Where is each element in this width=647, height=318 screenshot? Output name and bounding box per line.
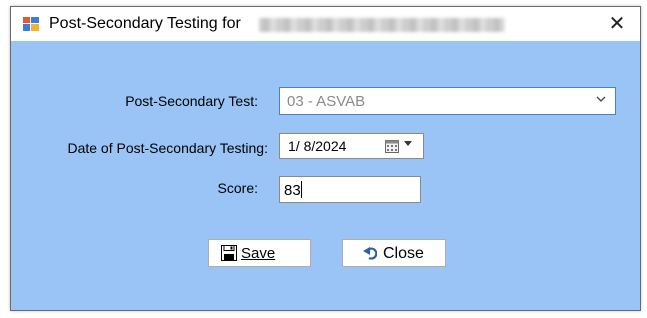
post-secondary-test-label: Post-Secondary Test: bbox=[125, 93, 258, 109]
post-secondary-test-select[interactable]: 03 - ASVAB bbox=[279, 87, 616, 115]
undo-arrow-icon bbox=[363, 247, 377, 260]
calendar-icon[interactable] bbox=[385, 139, 399, 153]
save-button-label: Save bbox=[241, 245, 276, 262]
testing-date-label: Date of Post-Secondary Testing: bbox=[67, 140, 268, 156]
close-button-label: Close bbox=[383, 245, 424, 262]
window-close-button[interactable]: ✕ bbox=[600, 9, 634, 39]
score-label: Score: bbox=[217, 180, 258, 196]
save-button[interactable]: Save bbox=[208, 239, 311, 267]
app-window-icon bbox=[23, 17, 39, 31]
calendar-dropdown-arrow-icon[interactable] bbox=[403, 138, 413, 151]
post-secondary-test-value: 03 - ASVAB bbox=[287, 93, 366, 110]
testing-date-value: 1/ 8/2024 bbox=[288, 138, 347, 154]
chevron-down-icon[interactable] bbox=[595, 93, 607, 108]
testing-date-picker[interactable]: 1/ 8/2024 bbox=[279, 133, 424, 159]
score-input[interactable]: 83 bbox=[279, 176, 421, 203]
close-button[interactable]: Close bbox=[342, 239, 446, 267]
redacted-student-name bbox=[259, 18, 505, 32]
title-bar[interactable]: Post-Secondary Testing for ✕ bbox=[11, 7, 640, 41]
text-caret bbox=[300, 181, 302, 198]
dialog-window: Post-Secondary Testing for ✕ Post-Second… bbox=[10, 6, 641, 311]
floppy-disk-icon bbox=[221, 245, 237, 261]
window-title: Post-Secondary Testing for bbox=[49, 15, 241, 32]
score-value: 83 bbox=[284, 182, 301, 199]
